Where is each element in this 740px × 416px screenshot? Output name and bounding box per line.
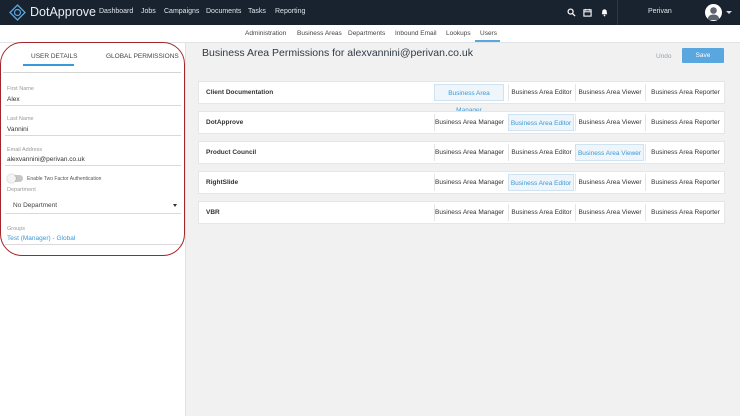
last-name-underline [5, 135, 181, 136]
group-link[interactable]: Test (Manager) - Global [7, 235, 75, 242]
permission-row: VBR Business Area Manager Business Area Ed… [198, 201, 725, 224]
role-option-business-area-reporter[interactable]: Business Area Reporter [645, 204, 725, 221]
role-option-business-area-manager[interactable]: Business Area Manager [434, 204, 504, 221]
first-name-underline [5, 105, 181, 106]
topbar-divider [617, 0, 618, 25]
save-button[interactable]: Save [682, 48, 724, 63]
bell-icon[interactable] [600, 8, 609, 17]
subnav-inbound-email[interactable]: Inbound Email [395, 30, 437, 37]
nav-tasks[interactable]: Tasks [248, 8, 266, 15]
two-factor-label: Enable Two Factor Authentication [27, 176, 102, 182]
role-option-business-area-viewer[interactable]: Business Area Viewer [575, 114, 644, 131]
permission-row: Product Council Business Area Manager Busi… [198, 141, 725, 164]
email-field[interactable]: alexvannini@perivan.co.uk [7, 156, 85, 163]
avatar[interactable] [705, 4, 722, 21]
calendar-icon[interactable] [583, 8, 592, 17]
toggle-knob [7, 174, 16, 183]
role-option-business-area-editor[interactable]: Business Area Editor [508, 174, 574, 191]
role-option-business-area-editor[interactable]: Business Area Editor [508, 114, 574, 131]
nav-documents[interactable]: Documents [206, 8, 241, 15]
brand-name[interactable]: DotApprove [30, 5, 96, 19]
user-name[interactable]: Perivan [648, 8, 672, 15]
business-area-name: DotApprove [206, 119, 244, 126]
permission-row: Client Documentation Business Area Manage… [198, 81, 725, 114]
role-option-business-area-manager[interactable]: Business Area Manager [434, 84, 504, 114]
admin-subnav: Administration Business Areas Department… [0, 25, 740, 43]
undo-button[interactable]: Undo [656, 53, 672, 60]
two-factor-toggle[interactable] [7, 174, 23, 183]
role-option-business-area-viewer[interactable]: Business Area Viewer [575, 204, 644, 221]
active-tab-indicator [23, 64, 74, 66]
role-option-business-area-editor[interactable]: Business Area Editor [508, 84, 574, 101]
business-area-name: Client Documentation [206, 89, 274, 96]
subnav-administration[interactable]: Administration [245, 30, 286, 37]
nav-reporting[interactable]: Reporting [275, 8, 305, 15]
user-menu-caret-icon[interactable] [726, 11, 732, 14]
last-name-label: Last Name [7, 116, 34, 122]
subnav-departments[interactable]: Departments [348, 30, 385, 37]
role-option-business-area-viewer[interactable]: Business Area Viewer [575, 144, 644, 161]
tab-global-permissions[interactable]: GLOBAL PERMISSIONS [106, 53, 179, 60]
role-option-business-area-viewer[interactable]: Business Area Viewer [575, 174, 644, 191]
first-name-field[interactable]: Alex [7, 96, 20, 103]
groups-underline [5, 244, 181, 245]
user-avatar-icon [707, 7, 720, 20]
business-area-name: VBR [206, 209, 220, 216]
role-option-business-area-reporter[interactable]: Business Area Reporter [645, 114, 725, 131]
email-underline [5, 165, 181, 166]
subnav-lookups[interactable]: Lookups [446, 30, 471, 37]
role-option-business-area-manager[interactable]: Business Area Manager [434, 114, 504, 131]
department-select[interactable]: No Department [13, 202, 57, 209]
role-option-business-area-manager[interactable]: Business Area Manager [434, 174, 504, 191]
role-option-business-area-reporter[interactable]: Business Area Reporter [645, 144, 725, 161]
permission-row: DotApprove Business Area Manager Business … [198, 111, 725, 134]
groups-label: Groups [7, 226, 26, 232]
role-option-business-area-viewer[interactable]: Business Area Viewer [575, 84, 644, 101]
page-title: Business Area Permissions for alexvannin… [202, 47, 473, 59]
department-underline [5, 213, 181, 214]
dotapprove-logo-icon[interactable] [9, 4, 26, 21]
subnav-business-areas[interactable]: Business Areas [297, 30, 342, 37]
tab-divider [3, 72, 181, 73]
role-option-business-area-manager[interactable]: Business Area Manager [434, 144, 504, 161]
department-caret-icon[interactable] [173, 204, 177, 207]
role-option-business-area-reporter[interactable]: Business Area Reporter [645, 84, 725, 101]
first-name-label: First Name [7, 86, 34, 92]
tab-user-details[interactable]: USER DETAILS [31, 53, 77, 60]
role-option-business-area-reporter[interactable]: Business Area Reporter [645, 174, 725, 191]
subnav-users[interactable]: Users [480, 30, 497, 37]
email-label: Email Address [7, 147, 43, 153]
business-area-name: RightSlide [206, 179, 239, 186]
role-option-business-area-editor[interactable]: Business Area Editor [508, 204, 574, 221]
search-icon[interactable] [567, 8, 576, 17]
permission-row: RightSlide Business Area Manager Business … [198, 171, 725, 194]
department-label: Department [7, 187, 36, 193]
nav-dashboard[interactable]: Dashboard [99, 8, 133, 15]
nav-campaigns[interactable]: Campaigns [164, 8, 199, 15]
nav-jobs[interactable]: Jobs [141, 8, 156, 15]
role-option-business-area-editor[interactable]: Business Area Editor [508, 144, 574, 161]
business-area-name: Product Council [206, 149, 257, 156]
top-navbar: DotApprove Dashboard Jobs Campaigns Docu… [0, 0, 740, 25]
last-name-field[interactable]: Vannini [7, 126, 28, 133]
subnav-active-indicator [475, 40, 500, 42]
user-details-panel: USER DETAILS GLOBAL PERMISSIONS First Na… [0, 43, 186, 416]
